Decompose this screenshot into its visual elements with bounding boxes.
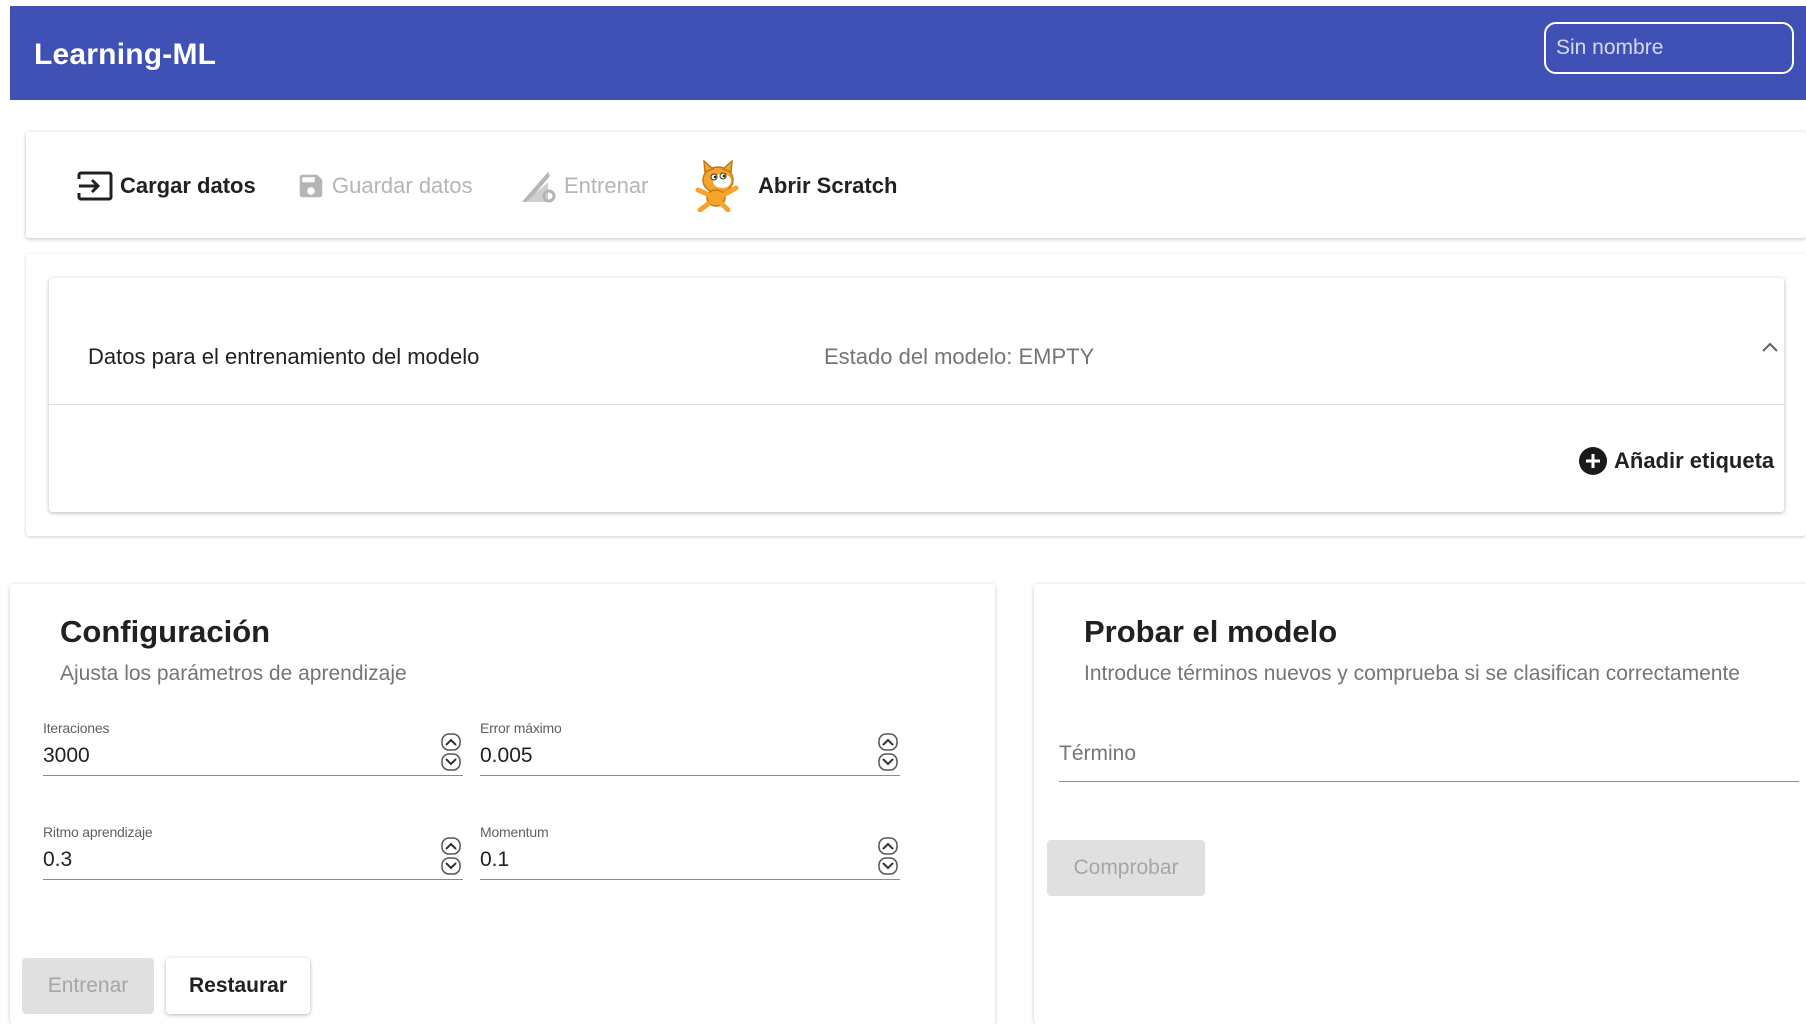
learning-rate-field[interactable]: Ritmo aprendizaje 0.3 xyxy=(43,824,463,880)
training-data-panel: Datos para el entrenamiento del modelo E… xyxy=(49,278,1784,512)
panel-divider xyxy=(49,404,1784,405)
app-bar: Learning-ML xyxy=(10,6,1806,100)
spinner-icon[interactable] xyxy=(878,732,900,772)
momentum-label: Momentum xyxy=(480,824,549,840)
iterations-label: Iteraciones xyxy=(43,720,110,736)
open-scratch-button[interactable]: Abrir Scratch xyxy=(692,160,897,212)
save-data-button[interactable]: Guardar datos xyxy=(296,168,473,204)
max-error-field[interactable]: Error máximo 0.005 xyxy=(480,720,900,776)
term-input[interactable]: Término xyxy=(1059,732,1799,782)
momentum-value: 0.1 xyxy=(480,848,510,871)
config-title: Configuración xyxy=(60,614,271,649)
test-subtitle: Introduce términos nuevos y comprueba si… xyxy=(1084,662,1740,685)
config-subtitle: Ajusta los parámetros de aprendizaje xyxy=(60,662,407,685)
reset-button[interactable]: Restaurar xyxy=(166,958,310,1014)
load-data-label: Cargar datos xyxy=(120,173,256,198)
train-button[interactable]: Entrenar xyxy=(22,958,154,1014)
open-scratch-label: Abrir Scratch xyxy=(758,173,898,198)
test-model-card: Probar el modelo Introduce términos nuev… xyxy=(1034,584,1806,1024)
scratch-cat-icon xyxy=(695,160,739,212)
learning-rate-value: 0.3 xyxy=(43,848,73,871)
spinner-icon[interactable] xyxy=(441,836,463,876)
input-icon xyxy=(76,171,113,201)
field-underline xyxy=(1059,781,1799,782)
configuration-card: Configuración Ajusta los parámetros de a… xyxy=(10,584,995,1024)
spinner-icon[interactable] xyxy=(441,732,463,772)
load-data-button[interactable]: Cargar datos xyxy=(76,168,256,204)
toolbar: Cargar datos Guardar datos Entrenar Abri… xyxy=(26,132,1806,238)
training-data-section: Datos para el entrenamiento del modelo E… xyxy=(26,254,1806,536)
train-toolbar-label: Entrenar xyxy=(564,173,649,198)
spinner-icon[interactable] xyxy=(878,836,900,876)
test-title: Probar el modelo xyxy=(1084,614,1338,649)
momentum-field[interactable]: Momentum 0.1 xyxy=(480,824,900,880)
save-data-label: Guardar datos xyxy=(332,173,473,198)
train-toolbar-button[interactable]: Entrenar xyxy=(520,168,648,204)
add-label-text: Añadir etiqueta xyxy=(1614,448,1775,473)
max-error-label: Error máximo xyxy=(480,720,562,736)
field-underline xyxy=(480,879,900,880)
project-name-input[interactable] xyxy=(1544,22,1794,74)
learning-rate-label: Ritmo aprendizaje xyxy=(43,824,153,840)
panel-title: Datos para el entrenamiento del modelo xyxy=(88,344,480,369)
model-status: Estado del modelo: EMPTY xyxy=(824,344,1095,369)
check-button[interactable]: Comprobar xyxy=(1047,840,1205,896)
iterations-value: 3000 xyxy=(43,744,90,767)
iterations-field[interactable]: Iteraciones 3000 xyxy=(43,720,463,776)
field-underline xyxy=(43,775,463,776)
field-underline xyxy=(480,775,900,776)
add-label-button[interactable]: Añadir etiqueta xyxy=(1578,446,1774,476)
train-settings-icon xyxy=(522,172,556,203)
add-circle-icon xyxy=(1579,447,1607,475)
max-error-value: 0.005 xyxy=(480,744,533,767)
chevron-up-icon[interactable] xyxy=(1759,338,1781,356)
save-icon xyxy=(299,174,323,198)
app-title: Learning-ML xyxy=(34,38,217,71)
term-placeholder: Término xyxy=(1059,742,1137,765)
field-underline xyxy=(43,879,463,880)
